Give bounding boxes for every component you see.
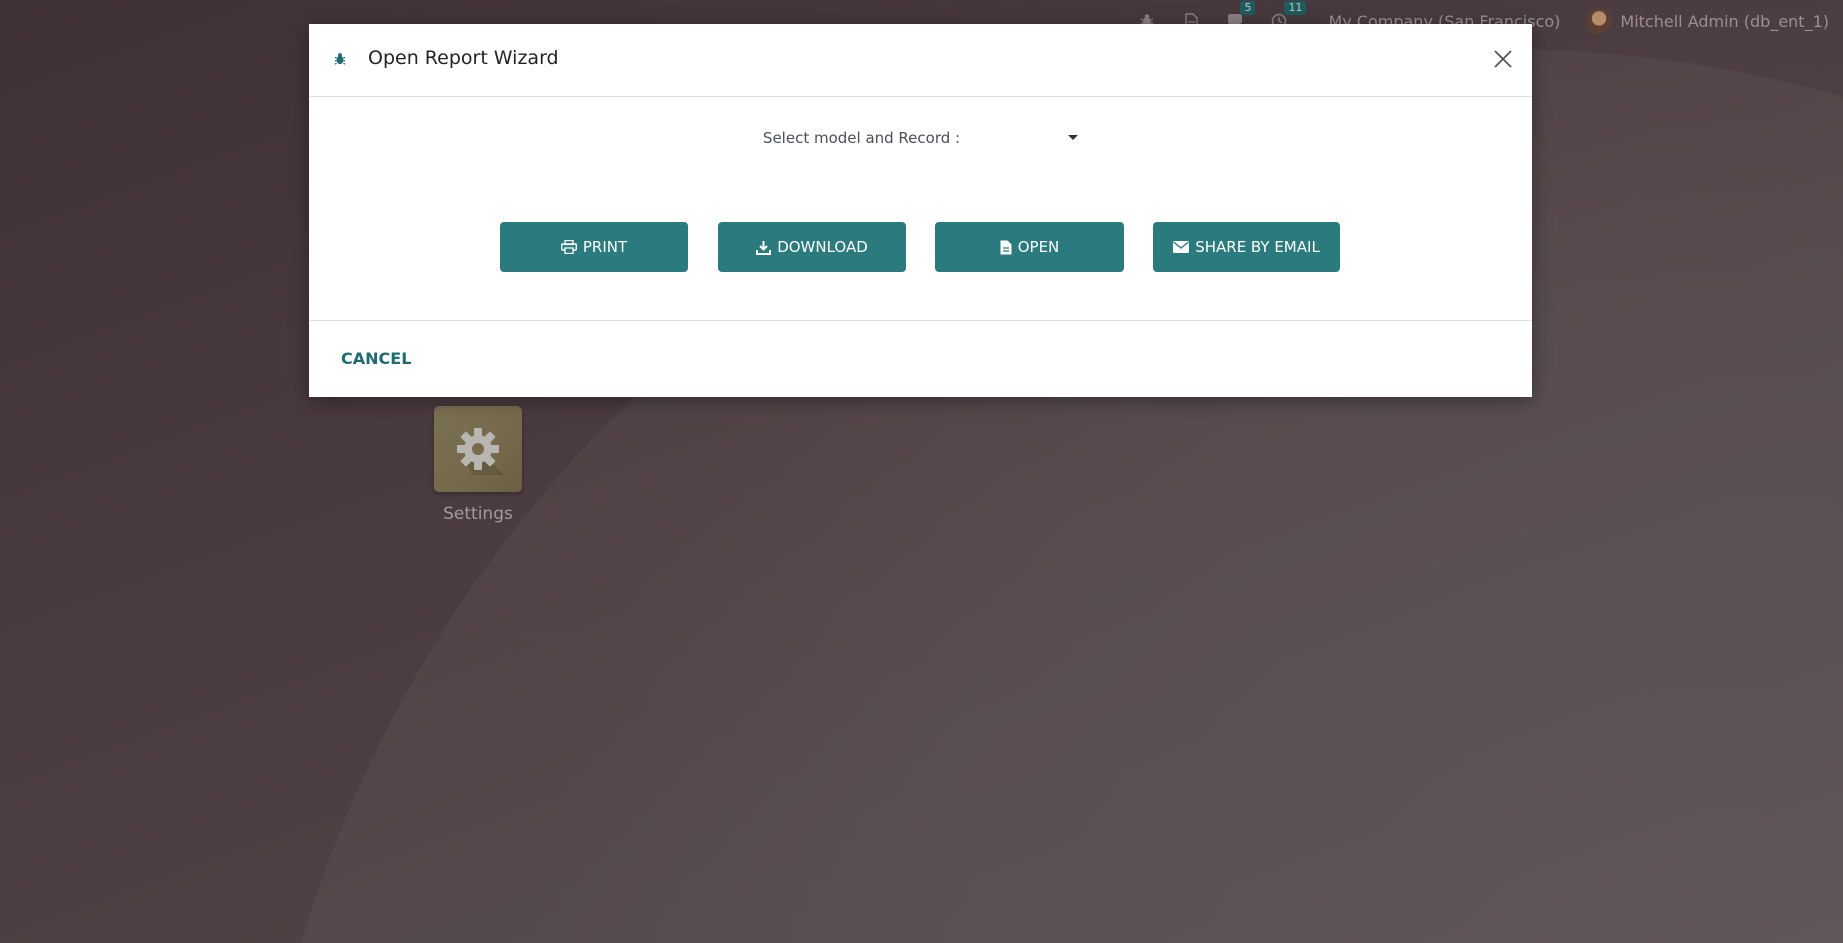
download-label: DOWNLOAD xyxy=(777,238,868,256)
user-name: Mitchell Admin (db_ent_1) xyxy=(1620,11,1829,31)
app-tile-settings[interactable]: Settings xyxy=(434,406,522,524)
share-label: SHARE BY EMAIL xyxy=(1195,238,1320,256)
user-menu[interactable]: Mitchell Admin (db_ent_1) xyxy=(1586,8,1829,34)
dialog-header: Open Report Wizard xyxy=(309,24,1532,97)
model-record-row: Select model and Record : xyxy=(309,127,1532,149)
open-label: OPEN xyxy=(1017,238,1060,256)
print-label: PRINT xyxy=(582,238,628,256)
gear-icon xyxy=(434,406,522,492)
model-record-label: Select model and Record : xyxy=(762,129,961,147)
bug-icon xyxy=(334,51,346,70)
print-icon xyxy=(560,240,577,254)
download-icon xyxy=(756,240,772,255)
report-wizard-dialog: Open Report Wizard Select model and Reco… xyxy=(309,24,1532,397)
dialog-title: Open Report Wizard xyxy=(368,47,559,69)
print-button[interactable]: PRINT xyxy=(500,222,688,272)
dialog-body: Select model and Record : PRINT DOWNLOAD… xyxy=(309,97,1532,321)
file-icon xyxy=(1000,240,1012,254)
activities-count-badge: 11 xyxy=(1284,1,1307,15)
open-button[interactable]: OPEN xyxy=(935,222,1124,272)
download-button[interactable]: DOWNLOAD xyxy=(718,222,906,272)
avatar xyxy=(1586,8,1613,34)
dialog-footer: CANCEL xyxy=(309,321,1532,397)
caret-down-icon xyxy=(1068,135,1079,140)
envelope-icon xyxy=(1173,241,1190,253)
model-record-select[interactable] xyxy=(968,127,1079,149)
cancel-button[interactable]: CANCEL xyxy=(341,349,411,368)
close-icon[interactable] xyxy=(1492,48,1514,70)
share-by-email-button[interactable]: SHARE BY EMAIL xyxy=(1153,222,1340,272)
messages-count-badge: 5 xyxy=(1240,1,1256,15)
app-label: Settings xyxy=(443,504,513,524)
